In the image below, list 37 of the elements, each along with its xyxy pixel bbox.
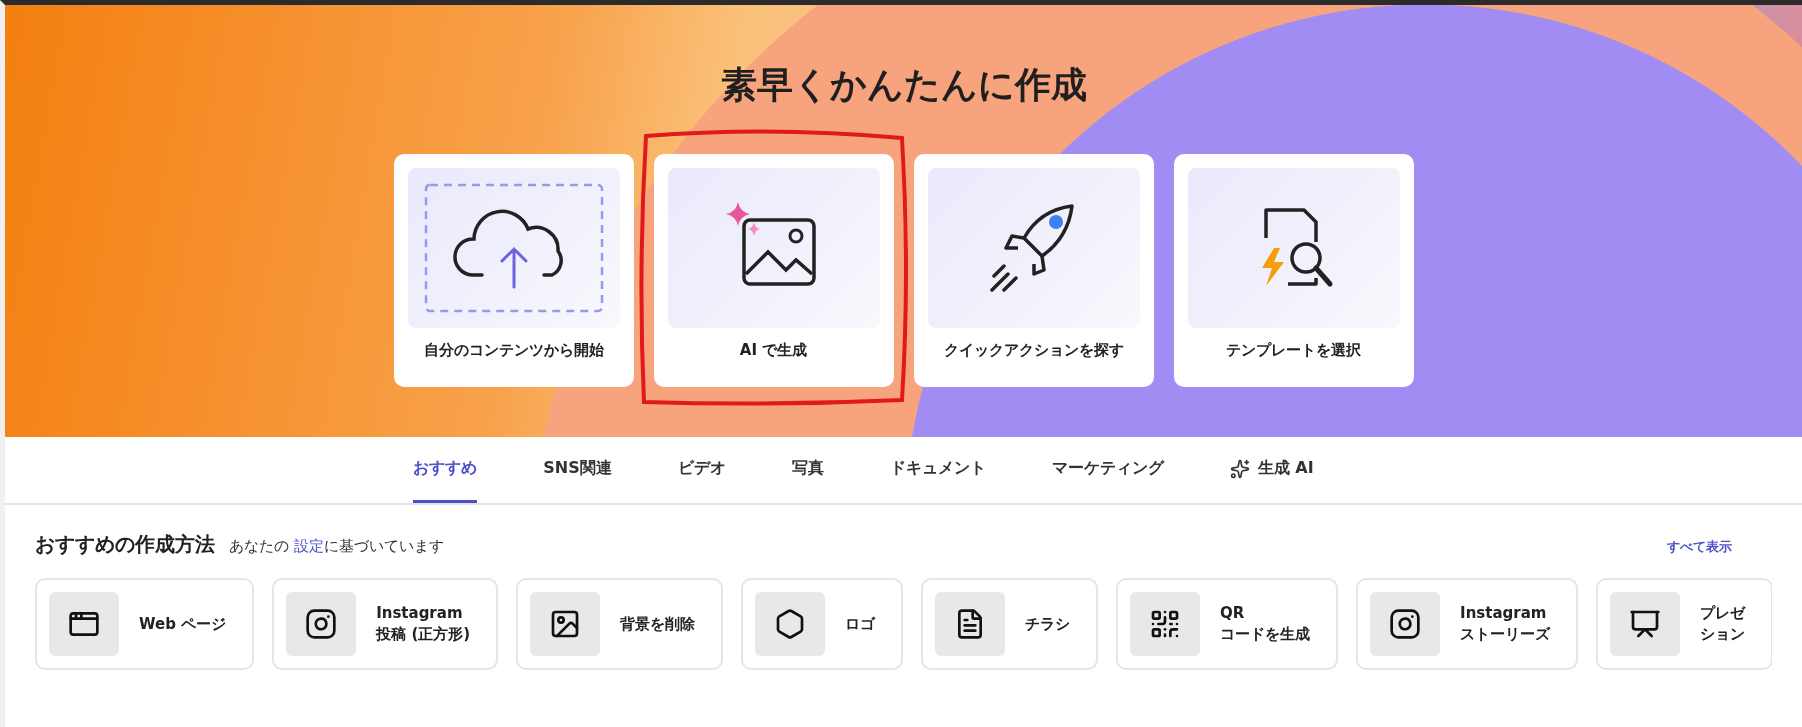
cloud-upload-icon bbox=[423, 183, 604, 313]
category-tab[interactable]: SNS関連 bbox=[543, 437, 612, 503]
create-shortcut-card[interactable]: チラシ bbox=[921, 578, 1099, 670]
create-shortcut-card[interactable]: Instagram 投稿 (正方形) bbox=[272, 578, 499, 670]
category-tab[interactable]: ビデオ bbox=[677, 437, 726, 503]
create-option-card[interactable]: AI で生成 bbox=[653, 154, 894, 387]
create-option-card[interactable]: テンプレートを選択 bbox=[1173, 154, 1414, 387]
shortcut-label: プレゼ ション bbox=[1700, 603, 1746, 645]
create-shortcut-card[interactable]: プレゼ ション bbox=[1596, 578, 1772, 670]
see-all-link[interactable]: すべて表示 bbox=[1667, 538, 1732, 556]
shortcut-label: Web ページ bbox=[139, 613, 227, 635]
create-option-card[interactable]: 自分のコンテンツから開始 bbox=[393, 154, 634, 387]
category-tab[interactable]: 写真 bbox=[791, 437, 824, 503]
create-shortcut-card[interactable]: ロゴ bbox=[741, 578, 904, 670]
category-tab[interactable]: ドキュメント bbox=[889, 437, 986, 503]
instagram-icon bbox=[305, 608, 338, 640]
shortcut-label: Instagram ストーリーズ bbox=[1460, 603, 1551, 645]
sparkle-icon bbox=[1229, 458, 1250, 479]
category-tab[interactable]: 生成 AI bbox=[1229, 437, 1314, 503]
shortcut-label: ロゴ bbox=[845, 613, 876, 635]
settings-link[interactable]: 設定 bbox=[293, 537, 324, 555]
create-shortcut-card[interactable]: QR コードを生成 bbox=[1116, 578, 1339, 670]
shortcut-label: Instagram 投稿 (正方形) bbox=[376, 603, 471, 645]
shortcut-label: 背景を削除 bbox=[620, 613, 696, 635]
create-shortcut-card[interactable]: Web ページ bbox=[35, 578, 255, 670]
category-tab[interactable]: マーケティング bbox=[1051, 437, 1164, 503]
shortcut-label: チラシ bbox=[1025, 613, 1071, 635]
create-shortcut-card[interactable]: 背景を削除 bbox=[516, 578, 724, 670]
section-title: おすすめの作成方法 bbox=[35, 531, 215, 558]
presentation-icon bbox=[1629, 608, 1662, 640]
category-tab[interactable]: おすすめ bbox=[413, 437, 478, 503]
section-subtitle: あなたの 設定に基づいています bbox=[229, 537, 444, 556]
hero-title: 素早くかんたんに作成 bbox=[720, 63, 1087, 107]
create-option-card[interactable]: クイックアクションを探す bbox=[913, 154, 1154, 387]
instagram-icon bbox=[1389, 608, 1422, 640]
shortcut-label: QR コードを生成 bbox=[1220, 603, 1311, 645]
create-shortcut-card[interactable]: Instagram ストーリーズ bbox=[1356, 578, 1579, 670]
